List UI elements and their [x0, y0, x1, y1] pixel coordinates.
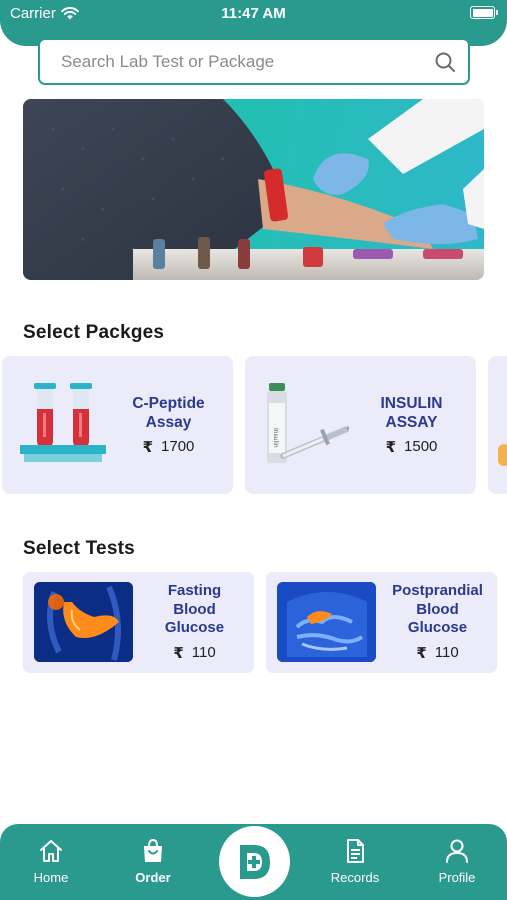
rupee-symbol: ₹ — [416, 644, 427, 662]
package-info: C-Peptide Assay ₹ 1700 — [112, 394, 225, 456]
package-partial-image — [498, 444, 507, 466]
package-card-partial[interactable] — [488, 356, 507, 494]
rupee-symbol: ₹ — [385, 439, 397, 456]
promo-banner[interactable] — [23, 99, 484, 280]
shopping-bag-icon — [144, 838, 162, 862]
nav-home[interactable]: Home — [11, 838, 91, 885]
pancreas-image — [34, 582, 133, 662]
test-info: Postprandial Blood Glucose ₹ 110 — [382, 582, 493, 662]
package-name-line1: C-Peptide — [132, 395, 205, 412]
nav-home-label: Home — [33, 870, 69, 885]
nav-records[interactable]: Records — [315, 838, 395, 885]
test-price: ₹ 110 — [139, 644, 250, 662]
package-card-insulin[interactable]: Insulin INSULIN ASSAY ₹ 1500 — [245, 356, 476, 494]
home-icon — [40, 840, 62, 862]
packages-section-title: Select Packges — [23, 322, 165, 343]
rupee-symbol: ₹ — [142, 439, 154, 456]
nav-profile[interactable]: Profile — [417, 838, 497, 885]
app-logo-icon — [239, 844, 270, 879]
price-value: 1700 — [161, 438, 195, 455]
test-info: Fasting Blood Glucose ₹ 110 — [139, 582, 250, 662]
search-icon[interactable] — [434, 51, 456, 73]
test-price: ₹ 110 — [382, 644, 493, 662]
svg-text:Insulin: Insulin — [272, 428, 279, 448]
package-info: INSULIN ASSAY ₹ 1500 — [355, 394, 468, 456]
nav-records-label: Records — [330, 870, 380, 885]
package-price: ₹ 1700 — [112, 438, 225, 456]
package-name-line2: Assay — [145, 414, 192, 431]
test-card-postprandial-blood-glucose[interactable]: Postprandial Blood Glucose ₹ 110 — [266, 572, 497, 673]
test-name-line1: Fasting — [167, 582, 222, 599]
insulin-syringe-icon: Insulin — [267, 383, 349, 463]
nav-profile-label: Profile — [438, 870, 476, 885]
user-icon — [446, 839, 468, 863]
test-name-line2: Blood — [173, 600, 216, 618]
status-time: 11:47 AM — [221, 5, 286, 22]
test-name-line1: Postprandial — [392, 582, 483, 599]
package-name-line1: INSULIN — [380, 395, 443, 412]
blood-draw-illustration — [23, 99, 484, 280]
pancreas-icon — [34, 582, 133, 662]
package-card-c-peptide[interactable]: C-Peptide Assay ₹ 1700 — [2, 356, 233, 494]
test-card-fasting-blood-glucose[interactable]: Fasting Blood Glucose ₹ 110 — [23, 572, 254, 673]
test-tubes-icon — [20, 383, 106, 462]
nav-order-label: Order — [135, 870, 171, 885]
nav-order[interactable]: Order — [113, 838, 193, 885]
search-bar[interactable] — [38, 38, 470, 85]
package-name-line2: ASSAY — [385, 414, 438, 431]
price-value: 110 — [191, 643, 216, 661]
test-name-line3: Glucose — [164, 619, 225, 636]
package-price: ₹ 1500 — [355, 438, 468, 456]
price-value: 1500 — [404, 438, 438, 455]
price-value: 110 — [434, 643, 459, 661]
search-input[interactable] — [61, 51, 434, 72]
test-name-line3: Glucose — [407, 619, 468, 636]
digestive-system-icon — [277, 582, 376, 662]
test-name-line2: Blood — [416, 600, 459, 618]
digestive-image — [277, 582, 376, 662]
rupee-symbol: ₹ — [173, 644, 184, 662]
document-icon — [347, 839, 364, 863]
tests-section-title: Select Tests — [23, 538, 135, 559]
status-bar: Carrier 11:47 AM — [0, 0, 507, 28]
center-action-button[interactable] — [219, 826, 290, 897]
battery-icon — [470, 6, 498, 19]
